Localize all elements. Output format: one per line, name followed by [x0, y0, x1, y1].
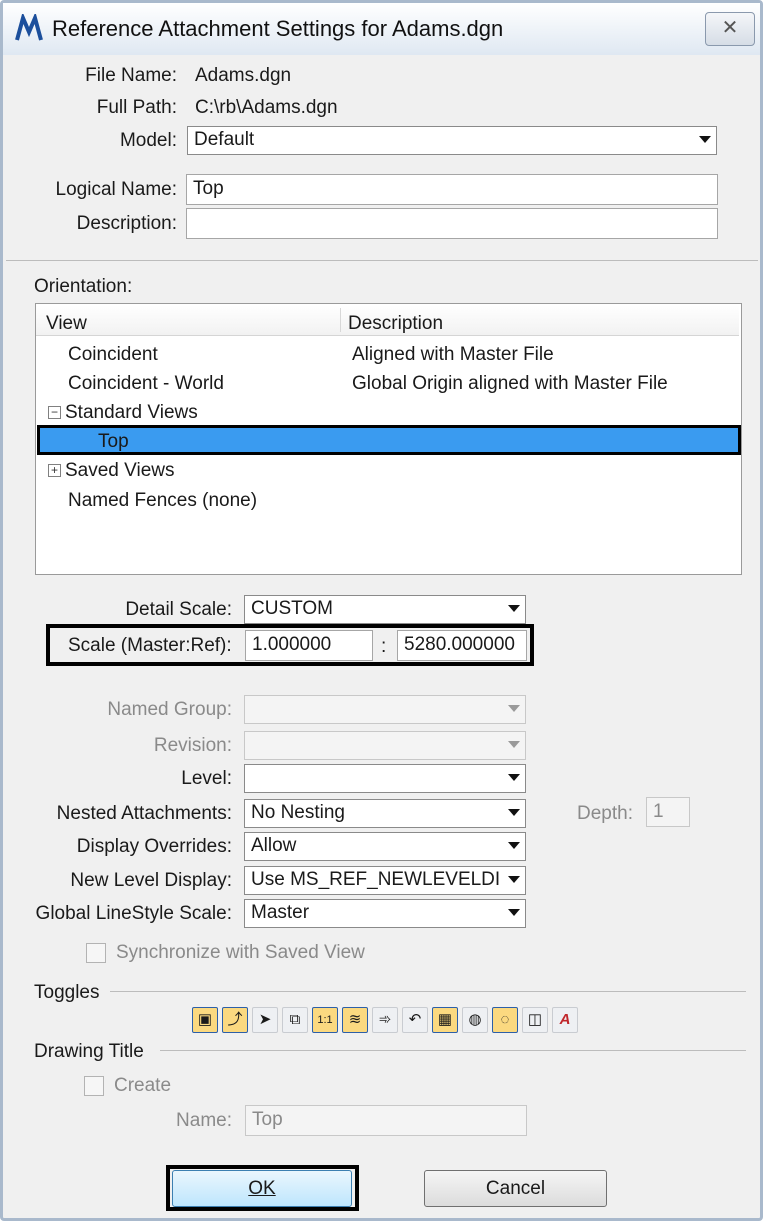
new-level-display-label: New Level Display: [70, 870, 232, 891]
logical-name-label: Logical Name: [55, 179, 177, 200]
create-label: Create [114, 1075, 172, 1096]
column-header-description[interactable]: Description [348, 313, 443, 335]
ignore-attach-icon[interactable]: ⧉ [282, 1007, 308, 1033]
locate-icon[interactable]: ➤ [252, 1007, 278, 1033]
sync-saved-view-checkbox [86, 943, 106, 963]
list-item-coincident-world[interactable]: Coincident - World [68, 373, 224, 395]
named-group-label: Named Group: [107, 699, 232, 720]
ok-button-label: OK [248, 1178, 276, 1199]
chevron-down-icon [508, 809, 520, 816]
model-dropdown[interactable]: Default [187, 126, 717, 155]
file-name-label: File Name: [85, 65, 177, 86]
create-checkbox [84, 1076, 104, 1096]
list-item-description: Aligned with Master File [352, 344, 554, 365]
description-label: Description: [76, 213, 177, 234]
tree-node-label: Saved Views [65, 460, 175, 481]
microstation-logo-icon [15, 14, 43, 41]
chevron-down-icon [508, 774, 520, 781]
revision-label: Revision: [153, 735, 232, 756]
cancel-button[interactable]: Cancel [424, 1170, 607, 1207]
lightbulb-icon[interactable]: ◌ [492, 1007, 518, 1033]
column-header-view[interactable]: View [46, 313, 87, 335]
scale-line-styles-icon[interactable]: ≋ [342, 1007, 368, 1033]
detail-scale-value: CUSTOM [251, 598, 333, 619]
expand-icon[interactable]: + [48, 464, 61, 478]
hiliting-icon[interactable]: ▦ [432, 1007, 458, 1033]
nested-attachments-label: Nested Attachments: [56, 803, 232, 824]
depth-label: Depth: [577, 803, 633, 824]
display-raster-icon[interactable]: ◍ [462, 1007, 488, 1033]
toggles-divider [110, 991, 746, 992]
annotation-icon[interactable]: A [552, 1007, 578, 1033]
file-name-value: Adams.dgn [195, 65, 292, 86]
tree-node-saved-views[interactable]: + Saved Views [48, 460, 175, 482]
ref-scale-field[interactable]: 5280.000000 [397, 630, 527, 661]
full-path-value: C:\rb\Adams.dgn [195, 97, 338, 118]
nested-attachments-value: No Nesting [251, 802, 345, 823]
nested-attachments-dropdown[interactable]: No Nesting [244, 799, 526, 828]
list-item-selected[interactable] [37, 425, 741, 455]
chevron-down-icon [508, 605, 520, 612]
linestyle-scale-dropdown[interactable]: Master [244, 899, 526, 928]
true-scale-icon[interactable]: 1:1 [312, 1007, 338, 1033]
orientation-label: Orientation: [34, 276, 133, 297]
description-field[interactable] [186, 208, 718, 239]
section-divider [6, 260, 758, 261]
list-item-description: Global Origin aligned with Master File [352, 373, 668, 394]
display-overrides-value: Allow [251, 835, 297, 856]
detail-scale-label: Detail Scale: [125, 599, 232, 620]
sync-saved-view-label: Synchronize with Saved View [116, 942, 365, 963]
name-label: Name: [176, 1110, 232, 1131]
chevron-down-icon [508, 876, 520, 883]
level-dropdown[interactable] [244, 764, 526, 793]
named-group-dropdown [244, 695, 526, 724]
master-scale-field[interactable]: 1.000000 [245, 630, 373, 661]
chevron-down-icon [508, 705, 520, 712]
drawing-title-label: Drawing Title [34, 1041, 144, 1062]
display-overrides-dropdown[interactable]: Allow [244, 832, 526, 861]
scale-label: Scale (Master:Ref): [68, 635, 232, 656]
name-field: Top [245, 1105, 527, 1136]
logical-name-field[interactable]: Top [186, 174, 718, 205]
chevron-down-icon [508, 741, 520, 748]
linestyle-scale-value: Master [251, 902, 310, 923]
tree-node-label: Standard Views [65, 402, 198, 423]
display-icon[interactable]: ▣ [192, 1007, 218, 1033]
use-lights-icon[interactable]: ↶ [402, 1007, 428, 1033]
revision-dropdown [244, 731, 526, 760]
chevron-down-icon [699, 136, 711, 143]
drawing-title-divider [160, 1050, 746, 1051]
snap-icon[interactable]: ⤴ [222, 1007, 248, 1033]
level-label: Level: [181, 768, 232, 789]
window-title: Reference Attachment Settings for Adams.… [52, 16, 504, 41]
model-value: Default [194, 129, 255, 150]
new-level-display-value: Use MS_REF_NEWLEVELDI [251, 869, 501, 890]
new-level-display-dropdown[interactable]: Use MS_REF_NEWLEVELDI [244, 866, 526, 895]
treat-as-element-icon[interactable]: ➾ [372, 1007, 398, 1033]
depth-field: 1 [646, 797, 690, 827]
chevron-down-icon [508, 909, 520, 916]
full-path-label: Full Path: [96, 97, 177, 118]
display-overrides-label: Display Overrides: [76, 836, 232, 857]
detail-scale-dropdown[interactable]: CUSTOM [244, 595, 526, 624]
collapse-icon[interactable]: − [48, 406, 61, 420]
chevron-down-icon [508, 842, 520, 849]
list-item-coincident[interactable]: Coincident [68, 344, 158, 366]
list-item-named-fences[interactable]: Named Fences (none) [68, 490, 257, 512]
scale-separator: : [381, 636, 387, 657]
column-divider [340, 308, 341, 332]
model-label: Model: [119, 130, 177, 151]
close-button[interactable]: ✕ [705, 12, 755, 46]
list-item-top[interactable]: Top [98, 431, 129, 453]
ok-button[interactable]: OK [172, 1170, 352, 1207]
print-icon[interactable]: ◫ [522, 1007, 548, 1033]
tree-node-standard-views[interactable]: − Standard Views [48, 402, 198, 424]
linestyle-scale-label: Global LineStyle Scale: [35, 903, 232, 924]
toggles-label: Toggles [34, 982, 100, 1003]
